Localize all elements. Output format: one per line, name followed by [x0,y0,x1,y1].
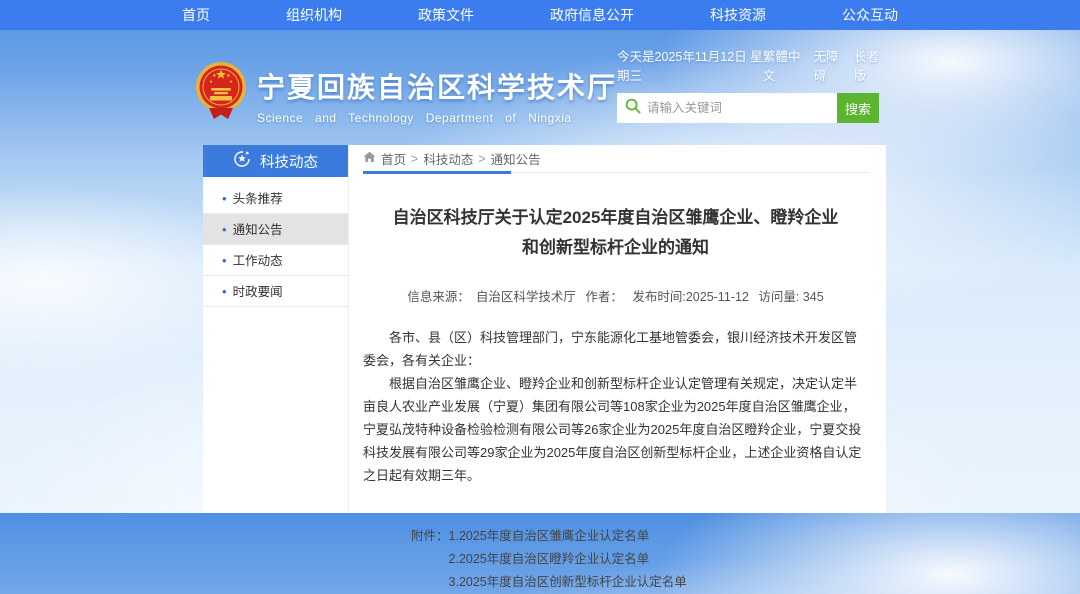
breadcrumb-tech-news[interactable]: 科技动态 [423,149,473,168]
sidebar-header: 科技动态 [203,145,348,177]
attachment-link-1[interactable]: 1.2025年度自治区雏鹰企业认定名单 [449,525,687,548]
bullet-dot-icon: • [222,191,227,206]
accessibility-link[interactable]: 无障碍 [813,46,844,84]
sidebar: 科技动态 •头条推荐 •通知公告 •工作动态 •时政要闻 [203,145,349,513]
sidebar-item-work-updates[interactable]: •工作动态 [203,245,348,276]
traditional-chinese-link[interactable]: 繁體中文 [763,46,805,84]
national-emblem-icon: ★ ★ ★ ★ [195,61,247,130]
sidebar-item-notices[interactable]: •通知公告 [203,214,348,245]
article-paragraph: 各市、县（区）科技管理部门，宁东能源化工基地管委会，银川经济技术开发区管委会，各… [363,326,868,372]
breadcrumb: 首页 > 科技动态 > 通知公告 [363,145,868,173]
breadcrumb-separator: > [478,152,485,166]
site-subtitle: Science and Technology Department of Nin… [257,111,617,125]
sidebar-item-headlines[interactable]: •头条推荐 [203,183,348,214]
search-input[interactable] [647,101,829,115]
search-icon [625,98,641,119]
top-nav: 首页 组织机构 政策文件 政府信息公开 科技资源 公众互动 [0,0,1080,30]
attachments-label: 附件： [411,525,449,594]
main-panel: 首页 > 科技动态 > 通知公告 自治区科技厅关于认定2025年度自治区雏鹰企业… [349,145,886,513]
attachments-block: 附件： 1.2025年度自治区雏鹰企业认定名单 2.2025年度自治区瞪羚企业认… [411,525,868,594]
sidebar-title: 科技动态 [260,151,318,172]
tech-news-icon [233,150,251,172]
site-header: ★ ★ ★ ★ 宁夏回族自治区科学技术厅 Science and Technol… [195,38,885,138]
sidebar-item-current-politics[interactable]: •时政要闻 [203,276,348,307]
elder-version-link[interactable]: 长者版 [854,46,885,84]
search-box [617,93,837,123]
article-meta: 信息来源： 自治区科学技术厅 作者： 发布时间:2025-11-12 访问量: 3… [363,286,868,305]
site-title: 宁夏回族自治区科学技术厅 [257,66,617,106]
article-title: 自治区科技厅关于认定2025年度自治区雏鹰企业、瞪羚企业 和创新型标杆企业的通知 [363,203,868,263]
breadcrumb-notices[interactable]: 通知公告 [491,149,541,168]
site-brand[interactable]: ★ ★ ★ ★ 宁夏回族自治区科学技术厅 Science and Technol… [195,52,617,138]
attachment-link-3[interactable]: 3.2025年度自治区创新型标杆企业认定名单 [449,571,687,594]
search-button[interactable]: 搜索 [837,93,879,123]
nav-item-policy[interactable]: 政策文件 [418,5,474,25]
meta-views: 访问量: 345 [758,290,823,304]
meta-source-label: 信息来源： [407,290,470,304]
current-date: 今天是2025年11月12日 星期三 [617,46,763,84]
nav-item-organization[interactable]: 组织机构 [286,5,342,25]
nav-item-gov-info[interactable]: 政府信息公开 [550,5,634,25]
nav-item-tech-resources[interactable]: 科技资源 [710,5,766,25]
article-paragraph: 根据自治区雏鹰企业、瞪羚企业和创新型标杆企业认定管理有关规定，决定认定半亩良人农… [363,372,868,487]
nav-item-public-interaction[interactable]: 公众互动 [842,5,898,25]
bullet-dot-icon: • [222,253,227,268]
meta-source-value: 自治区科学技术厅 [476,290,576,304]
meta-publish-date: 发布时间:2025-11-12 [632,290,749,304]
home-icon [363,151,376,166]
bullet-dot-icon: • [222,222,227,237]
nav-item-home[interactable]: 首页 [182,5,210,25]
svg-text:★: ★ [209,79,213,84]
attachment-link-2[interactable]: 2.2025年度自治区瞪羚企业认定名单 [449,548,687,571]
meta-author-label: 作者： [585,290,623,304]
breadcrumb-home[interactable]: 首页 [381,149,406,168]
content-area: 科技动态 •头条推荐 •通知公告 •工作动态 •时政要闻 首页 > 科技动态 >… [203,145,886,513]
bullet-dot-icon: • [222,284,227,299]
svg-text:★: ★ [229,79,233,84]
breadcrumb-separator: > [411,152,418,166]
header-right: 今天是2025年11月12日 星期三 繁體中文 无障碍 长者版 搜索 [617,46,885,138]
article-body: 各市、县（区）科技管理部门，宁东能源化工基地管委会，银川经济技术开发区管委会，各… [363,326,868,487]
